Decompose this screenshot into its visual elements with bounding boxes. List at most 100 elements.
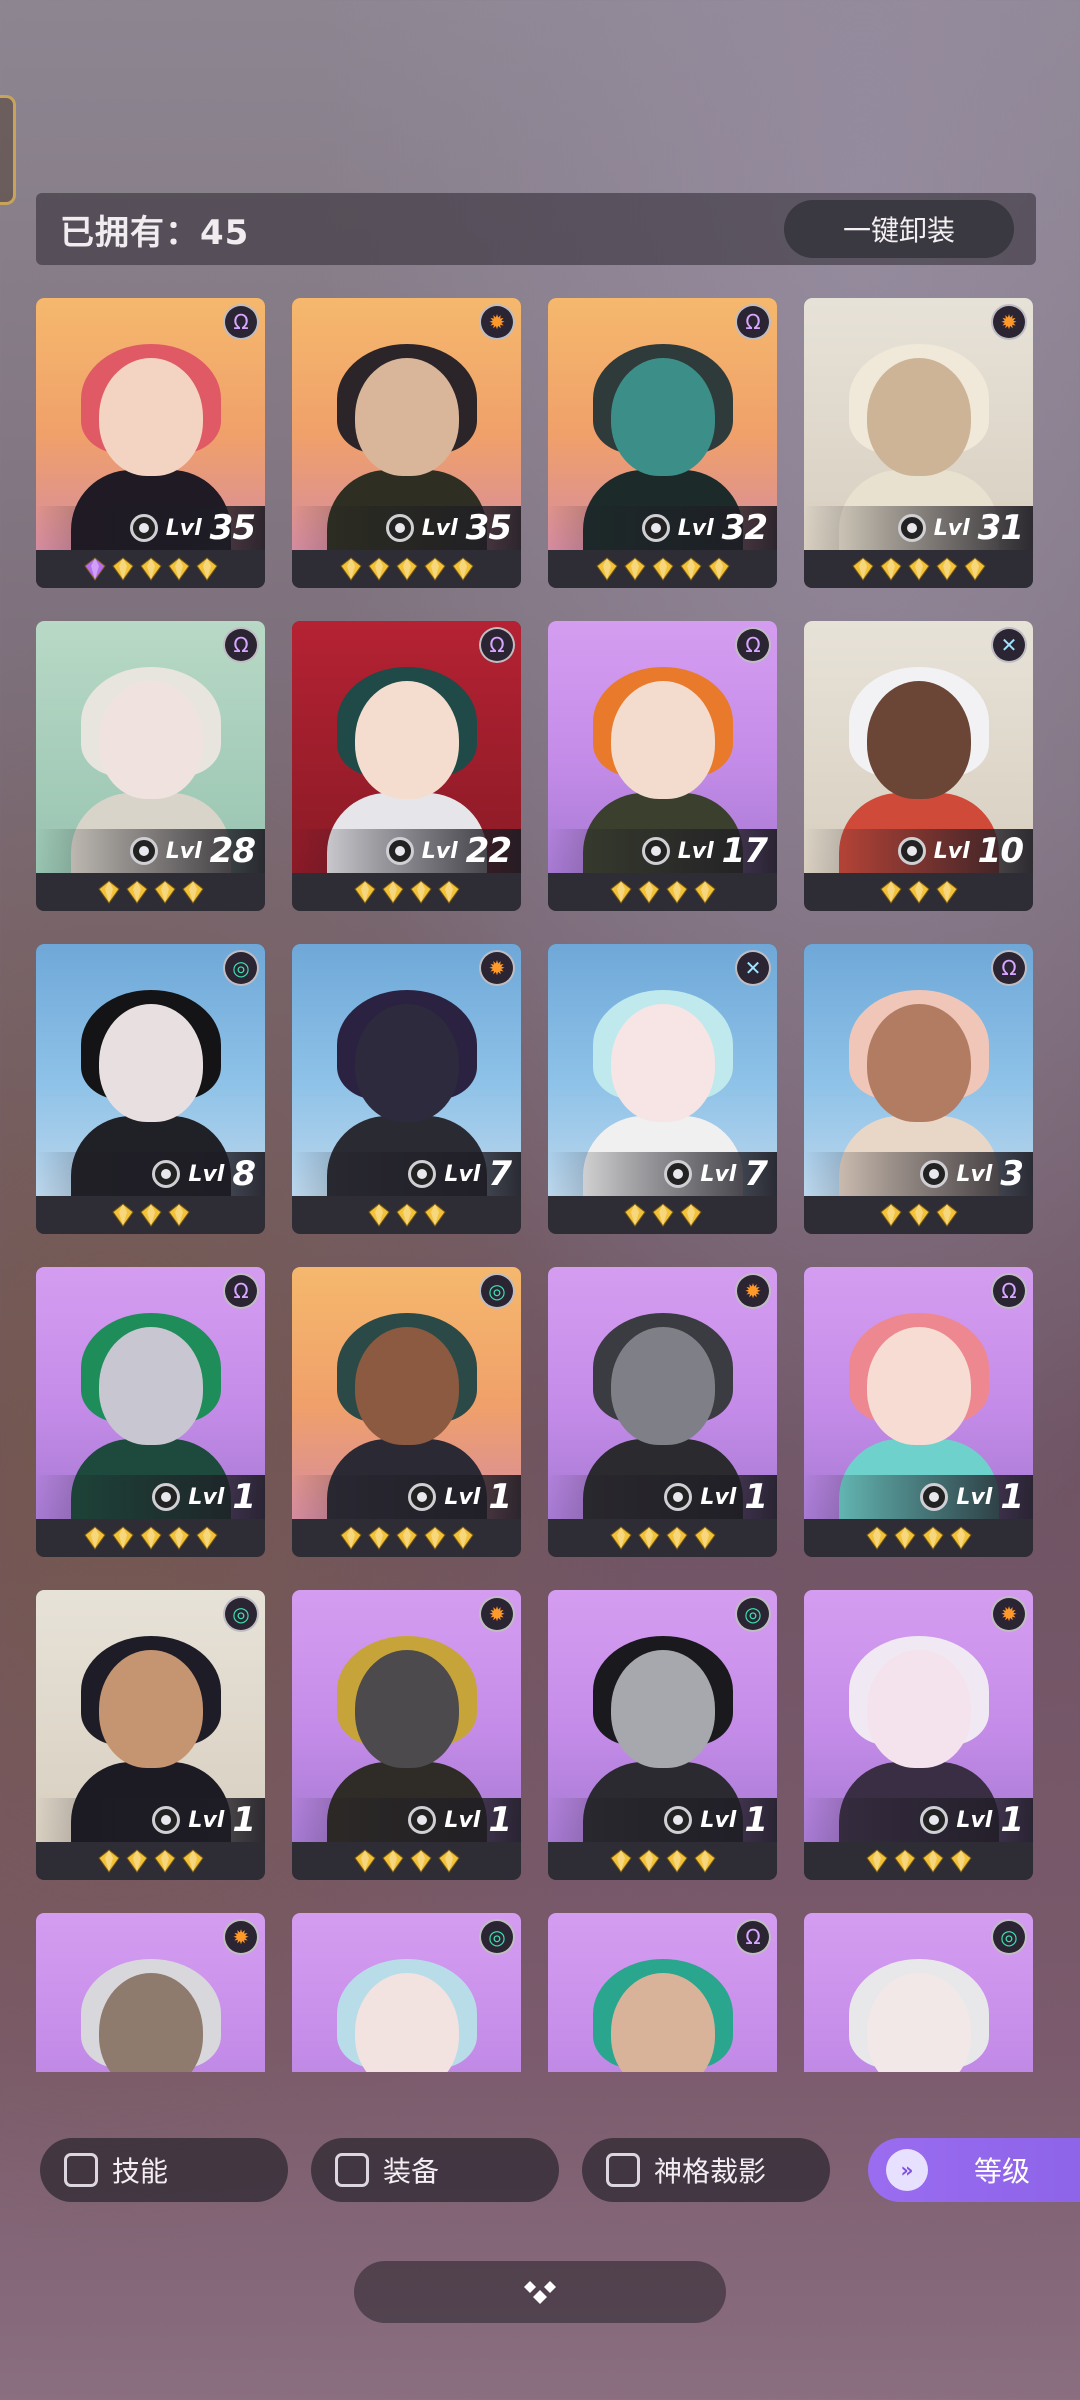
hero-card[interactable]: ✹ Lvl 31: [804, 298, 1033, 588]
level-ring-icon: [920, 1806, 949, 1834]
unequip-all-button[interactable]: 一键卸装: [784, 200, 1014, 258]
collapse-icon: [524, 2281, 556, 2304]
level-prefix: Lvl: [444, 1807, 481, 1833]
hero-card[interactable]: ✹: [36, 1913, 265, 2072]
wind-icon: ◎: [735, 1596, 771, 1632]
sort-label: 等级: [974, 2155, 1031, 2188]
hero-star-rank: [36, 1196, 265, 1234]
gold-gem-icon: [139, 1203, 162, 1227]
hero-level: Lvl 3: [804, 1152, 1033, 1196]
hero-card[interactable]: ✹ Lvl 1: [804, 1590, 1033, 1880]
level-value: 1: [232, 1477, 256, 1517]
gold-gem-icon: [949, 1849, 972, 1873]
hero-star-rank: [36, 873, 265, 911]
level-prefix: Lvl: [700, 1807, 737, 1833]
hero-card[interactable]: ✹ Lvl 1: [548, 1267, 777, 1557]
hero-star-rank: [804, 1842, 1033, 1880]
level-prefix: Lvl: [933, 515, 970, 541]
hero-level: Lvl 10: [804, 829, 1033, 873]
cross-icon: ✕: [735, 950, 771, 986]
hero-card[interactable]: Ω Lvl 1: [36, 1267, 265, 1557]
gold-gem-icon: [381, 1849, 404, 1873]
hero-card[interactable]: Ω: [548, 1913, 777, 2072]
level-ring-icon: [152, 1160, 181, 1188]
gold-gem-icon: [97, 1849, 120, 1873]
hero-level: Lvl 1: [548, 1475, 777, 1519]
hero-card[interactable]: Ω Lvl 17: [548, 621, 777, 911]
level-ring-icon: [664, 1160, 693, 1188]
gold-gem-icon: [623, 1203, 646, 1227]
gold-gem-icon: [353, 880, 376, 904]
gold-gem-icon: [139, 1526, 162, 1550]
hero-card[interactable]: Ω Lvl 1: [804, 1267, 1033, 1557]
level-value: 1: [488, 1477, 512, 1517]
hero-card[interactable]: ◎: [292, 1913, 521, 2072]
hero-card[interactable]: Ω Lvl 32: [548, 298, 777, 588]
level-value: 35: [465, 508, 512, 548]
hero-card[interactable]: Ω Lvl 28: [36, 621, 265, 911]
level-prefix: Lvl: [956, 1807, 993, 1833]
gold-gem-icon: [693, 880, 716, 904]
level-ring-icon: [920, 1160, 949, 1188]
hero-grid-scroll[interactable]: Ω Lvl 35 ✹ Lvl 35 Ω Lvl 32 ✹ Lvl 31 Ω Lvl 28 Ω Lvl 22 Ω Lvl…: [36, 298, 1036, 2072]
hero-card[interactable]: Ω Lvl 3: [804, 944, 1033, 1234]
hero-card[interactable]: ◎: [804, 1913, 1033, 2072]
level-value: 8: [232, 1154, 256, 1194]
gold-gem-icon: [423, 1526, 446, 1550]
sun-icon: ✹: [991, 1596, 1027, 1632]
void-icon: Ω: [223, 304, 259, 340]
level-prefix: Lvl: [421, 838, 458, 864]
hero-card[interactable]: Ω Lvl 35: [36, 298, 265, 588]
hero-card[interactable]: ◎ Lvl 1: [292, 1267, 521, 1557]
checkbox-icon[interactable]: [606, 2153, 640, 2187]
side-panel-tab[interactable]: [0, 95, 16, 205]
level-value: 10: [977, 831, 1024, 871]
hero-card[interactable]: ◎ Lvl 1: [36, 1590, 265, 1880]
hero-level: Lvl 1: [36, 1475, 265, 1519]
checkbox-icon[interactable]: [64, 2153, 98, 2187]
checkbox-icon[interactable]: [335, 2153, 369, 2187]
gold-gem-icon: [125, 880, 148, 904]
hero-card[interactable]: ✕ Lvl 7: [548, 944, 777, 1234]
level-value: 1: [232, 1800, 256, 1840]
gold-gem-icon: [907, 557, 930, 581]
gold-gem-icon: [651, 1203, 674, 1227]
hero-card[interactable]: ◎ Lvl 1: [548, 1590, 777, 1880]
hero-card[interactable]: ✕ Lvl 10: [804, 621, 1033, 911]
gold-gem-icon: [893, 1849, 916, 1873]
gold-gem-icon: [851, 557, 874, 581]
void-icon: Ω: [479, 627, 515, 663]
gold-gem-icon: [865, 1526, 888, 1550]
level-ring-icon: [129, 837, 158, 865]
level-prefix: Lvl: [188, 1807, 225, 1833]
sort-by-level-button[interactable]: » 等级: [868, 2138, 1080, 2202]
gold-gem-icon: [595, 557, 618, 581]
hero-card[interactable]: ✹ Lvl 1: [292, 1590, 521, 1880]
hero-card[interactable]: ✹ Lvl 7: [292, 944, 521, 1234]
filter-equipment[interactable]: 装备: [311, 2138, 559, 2202]
hero-star-rank: [548, 1519, 777, 1557]
void-icon: Ω: [991, 950, 1027, 986]
hero-star-rank: [292, 1842, 521, 1880]
hero-card[interactable]: Ω Lvl 22: [292, 621, 521, 911]
owned-count: 已拥有：45: [60, 212, 250, 253]
gold-gem-icon: [97, 880, 120, 904]
level-prefix: Lvl: [444, 1484, 481, 1510]
hero-card[interactable]: ✹ Lvl 35: [292, 298, 521, 588]
level-value: 1: [488, 1800, 512, 1840]
collapse-panel-button[interactable]: [354, 2261, 726, 2323]
hero-star-rank: [36, 1519, 265, 1557]
level-value: 32: [721, 508, 768, 548]
filter-skill[interactable]: 技能: [40, 2138, 288, 2202]
gold-gem-icon: [409, 880, 432, 904]
gold-gem-icon: [409, 1849, 432, 1873]
gold-gem-icon: [395, 557, 418, 581]
hero-card[interactable]: ◎ Lvl 8: [36, 944, 265, 1234]
level-ring-icon: [408, 1806, 437, 1834]
filter-divine-shadow[interactable]: 神格裁影: [582, 2138, 830, 2202]
level-ring-icon: [408, 1483, 437, 1511]
hero-star-rank: [548, 550, 777, 588]
sun-icon: ✹: [479, 304, 515, 340]
gold-gem-icon: [893, 1526, 916, 1550]
hero-figure: [844, 1959, 994, 2072]
